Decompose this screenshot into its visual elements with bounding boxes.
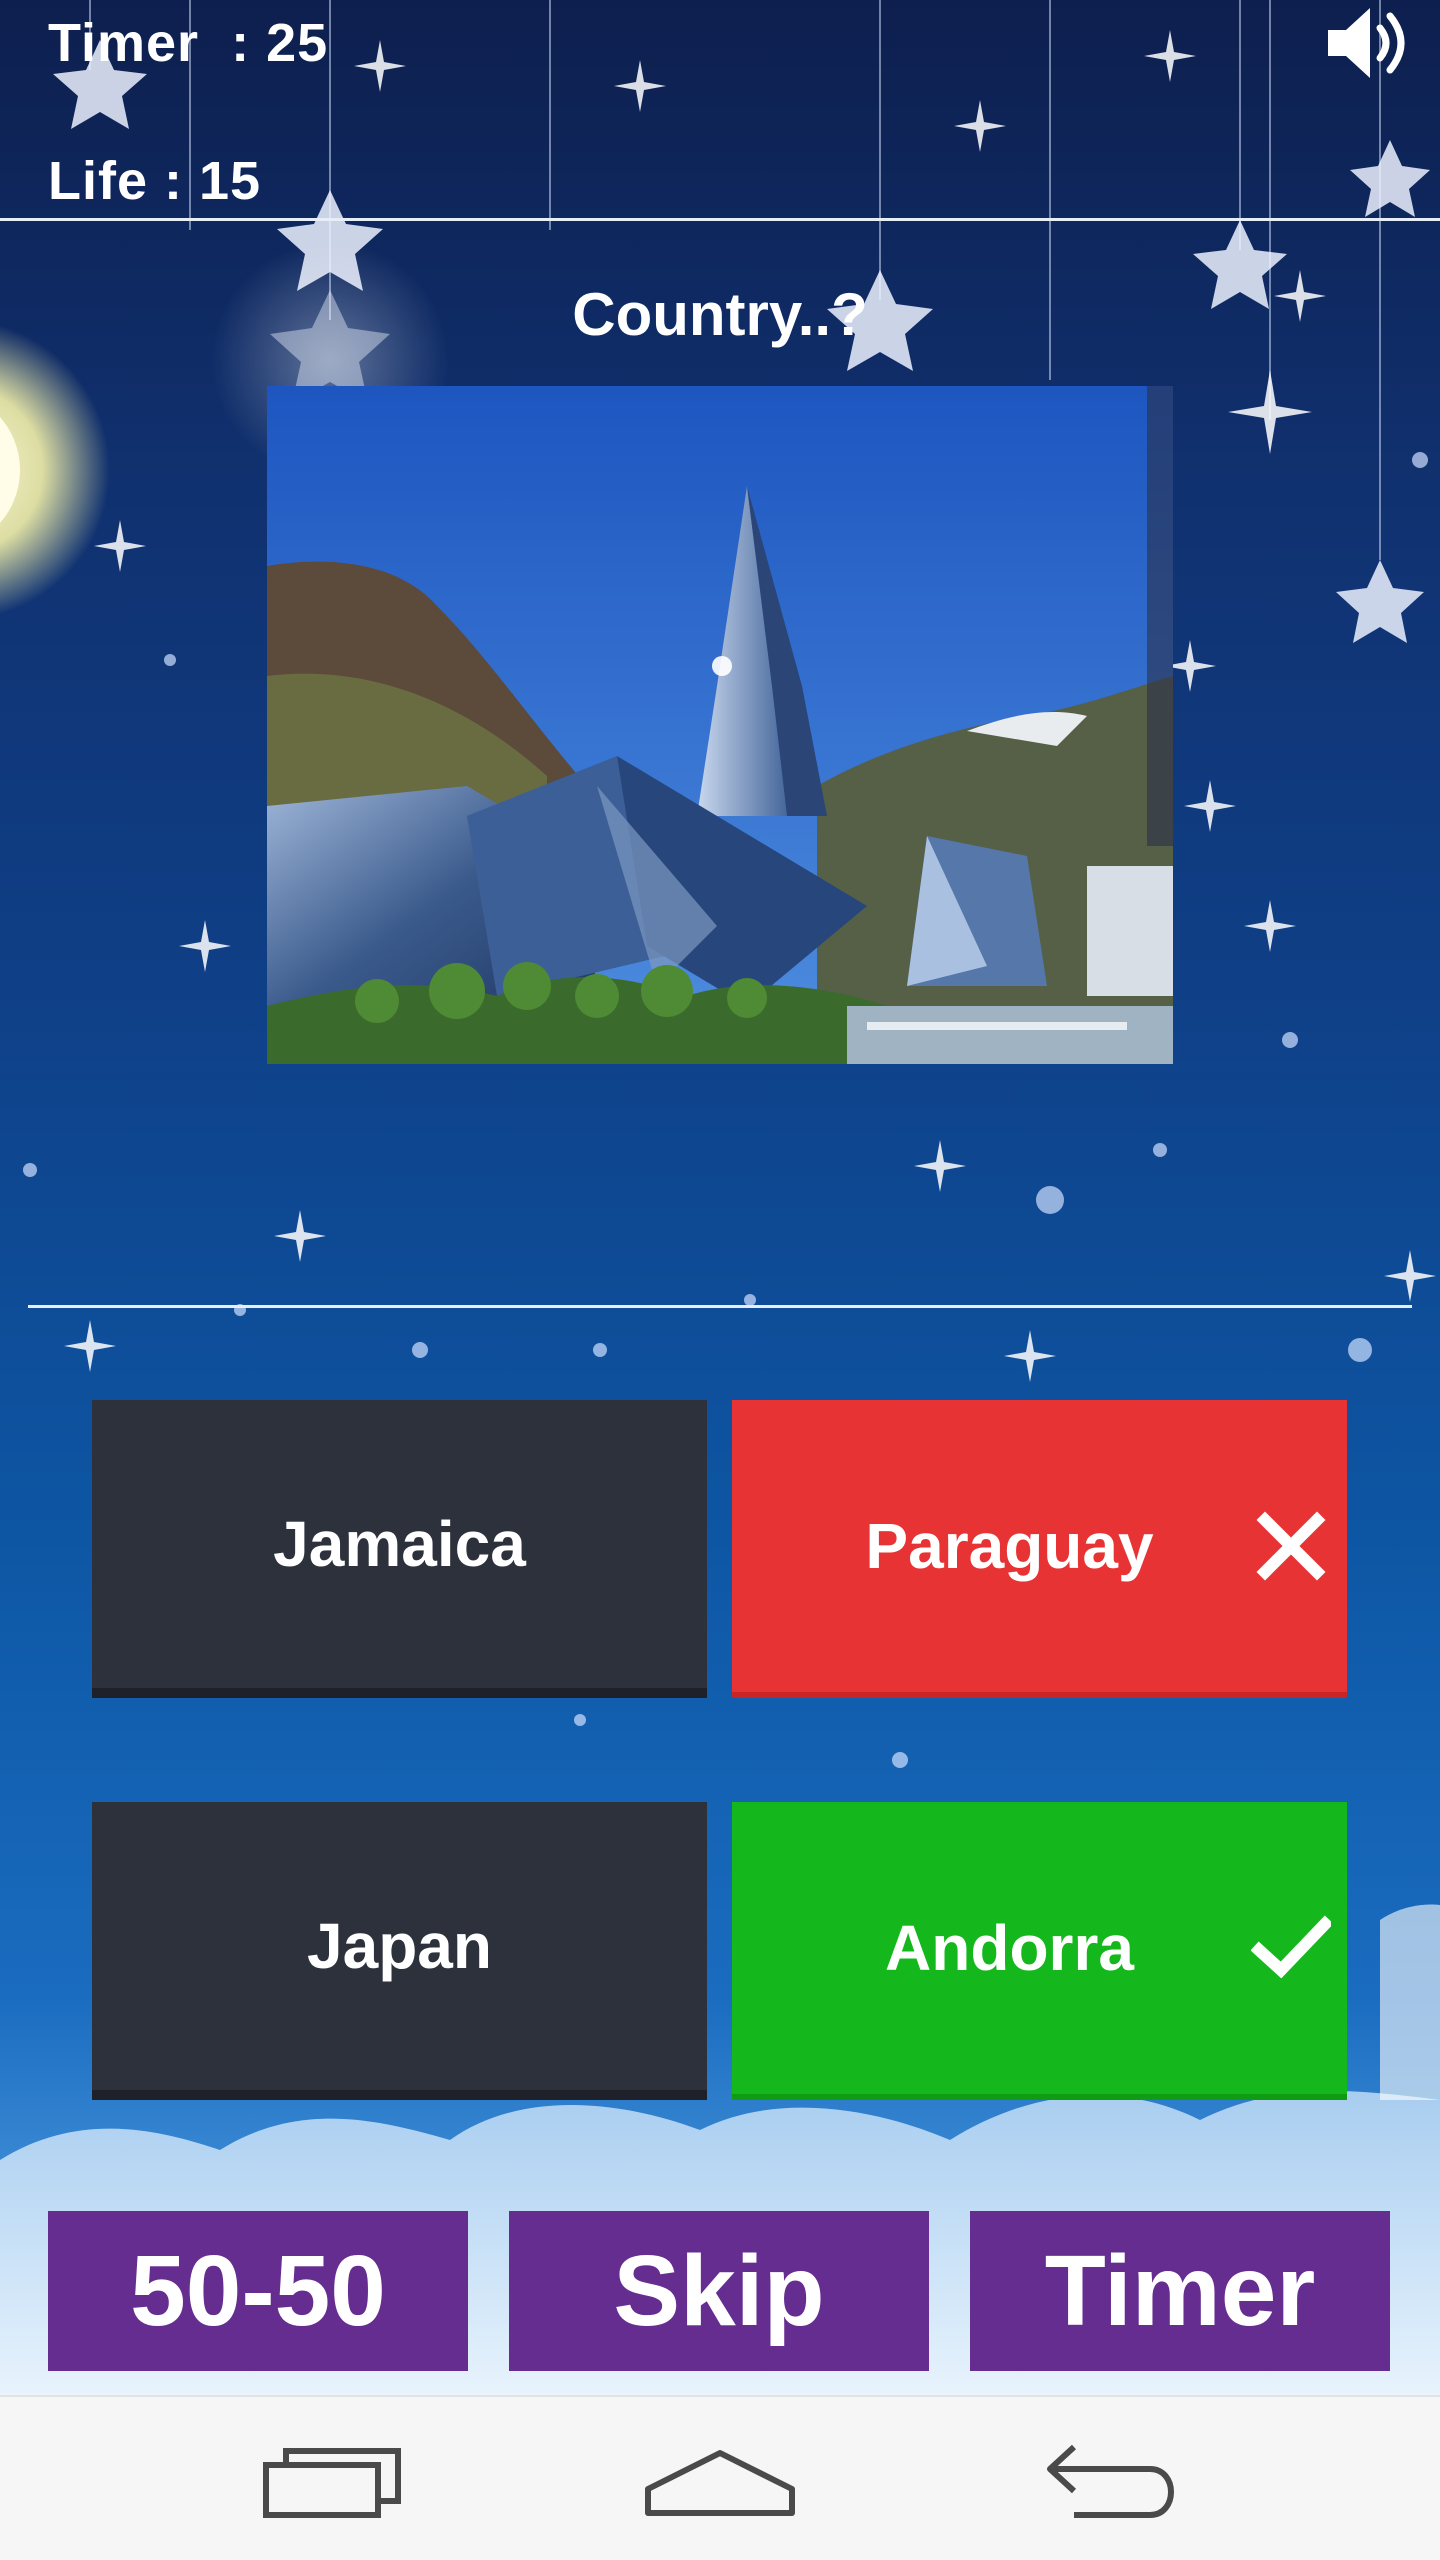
life-separator: : [148, 151, 200, 211]
timer-value: 25 [266, 13, 329, 73]
timer-separator: : [215, 13, 267, 73]
game-screen: Timer : 25 Life : 15 Country..? Jamaica … [0, 0, 1440, 2560]
recent-apps-icon [263, 2448, 401, 2518]
skip-button[interactable]: Skip [509, 2211, 929, 2371]
home-icon [645, 2450, 795, 2516]
fifty-fifty-button[interactable]: 50-50 [48, 2211, 468, 2371]
back-button[interactable] [1010, 2417, 1210, 2537]
cross-icon [1256, 1511, 1326, 1581]
life-readout: Life : 15 [48, 150, 261, 212]
answers-divider [28, 1305, 1412, 1308]
answer-button-paraguay[interactable]: Paraguay [732, 1400, 1347, 1698]
speaker-icon [1328, 8, 1405, 78]
system-navigation-bar [0, 2395, 1440, 2560]
timer-readout: Timer : 25 [48, 12, 328, 74]
answer-label: Andorra [885, 1912, 1134, 1984]
answer-button-jamaica[interactable]: Jamaica [92, 1400, 707, 1698]
extra-timer-button[interactable]: Timer [970, 2211, 1390, 2371]
question-text: Country..? [572, 281, 868, 348]
back-icon [1047, 2444, 1174, 2518]
timer-label: Timer [48, 13, 216, 73]
sound-toggle-button[interactable] [1320, 0, 1420, 86]
answer-button-japan[interactable]: Japan [92, 1802, 707, 2100]
answer-label: Paraguay [865, 1510, 1154, 1582]
life-value: 15 [199, 151, 262, 211]
answer-button-andorra[interactable]: Andorra [732, 1802, 1347, 2100]
home-button[interactable] [620, 2417, 820, 2537]
check-icon [1251, 1915, 1331, 1979]
answer-label: Japan [307, 1910, 492, 1982]
question-photo [267, 386, 1173, 1064]
answer-label: Jamaica [273, 1508, 526, 1580]
recent-apps-button[interactable] [232, 2417, 432, 2537]
life-label: Life [48, 151, 149, 211]
header-divider [0, 218, 1440, 221]
